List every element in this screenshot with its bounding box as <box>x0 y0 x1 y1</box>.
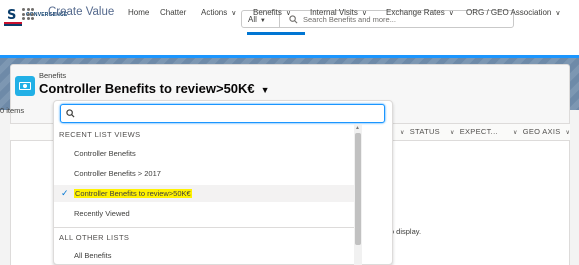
nav-item-label: ORG / GEO Association <box>466 8 552 17</box>
column-label: STATUS <box>409 127 440 136</box>
nav-item-exchange-rates[interactable]: Exchange Rates ∨ <box>386 8 454 17</box>
chevron-down-icon[interactable]: ∨ <box>449 10 454 17</box>
nav-item-label: Benefits <box>253 8 282 17</box>
list-view-option[interactable]: Controller Benefits > 2017 <box>74 169 161 178</box>
nav-item-label: Chatter <box>160 8 187 17</box>
all-other-lists-header: ALL OTHER LISTS <box>59 233 130 242</box>
chevron-down-icon[interactable]: ∨ <box>555 10 560 17</box>
app-name: Create Value <box>48 6 115 18</box>
items-count: 0 items <box>0 106 25 115</box>
chevron-down-icon[interactable]: ∨ <box>400 130 405 136</box>
nav-item-chatter[interactable]: Chatter <box>160 8 186 17</box>
column-header-status[interactable]: ∨ STATUS <box>400 127 440 136</box>
checkmark-icon: ✓ <box>61 188 69 198</box>
nav-item-benefits[interactable]: Benefits ∨ <box>253 8 291 17</box>
object-label: Benefits <box>39 71 67 80</box>
chevron-down-icon[interactable]: ∨ <box>286 10 291 17</box>
nav-item-home[interactable]: Home <box>128 8 149 17</box>
section-divider <box>54 227 354 228</box>
column-header-geo-axis[interactable]: ∨ GEO AXIS ∨ <box>513 127 570 136</box>
column-label: EXPECT... <box>459 127 498 136</box>
nav-item-internal-visits[interactable]: Internal Visits ∨ <box>310 8 367 17</box>
list-view-selector[interactable]: Controller Benefits to review>50K€ ▼ <box>39 81 270 96</box>
list-view-search-input[interactable] <box>60 104 385 123</box>
highlighted-text: Controller Benefits to review>50K€ <box>74 189 192 198</box>
search-icon <box>66 109 75 118</box>
list-view-option[interactable]: Recently Viewed <box>74 209 130 218</box>
nav-active-indicator <box>247 32 305 55</box>
nav-item-actions[interactable]: Actions ∨ <box>201 8 236 17</box>
column-header-expect[interactable]: ∨ EXPECT... <box>450 127 498 136</box>
chevron-down-icon[interactable]: ∨ <box>450 130 455 136</box>
list-view-option-selected[interactable]: Controller Benefits to review>50K€ <box>74 189 192 198</box>
nav-item-label: Exchange Rates <box>386 8 445 17</box>
company-logo-icon[interactable]: S <box>4 6 22 26</box>
chevron-down-icon[interactable]: ∨ <box>566 130 571 136</box>
list-view-option[interactable]: Controller Benefits <box>74 149 136 158</box>
chevron-down-icon[interactable]: ∨ <box>231 10 236 17</box>
nav-item-label: Home <box>128 8 150 17</box>
nav-item-label: Internal Visits <box>310 8 358 17</box>
column-label: GEO AXIS <box>522 127 561 136</box>
svg-text:S: S <box>7 8 16 23</box>
scrollbar-thumb[interactable] <box>355 133 361 245</box>
nav-item-label: Actions <box>201 8 228 17</box>
caret-down-icon: ▼ <box>259 18 266 24</box>
chevron-down-icon[interactable]: ∨ <box>362 10 367 17</box>
list-view-option[interactable]: All Benefits <box>74 251 112 260</box>
recent-list-views-header: RECENT LIST VIEWS <box>59 130 141 139</box>
caret-down-icon[interactable]: ▼ <box>261 85 270 95</box>
benefits-object-icon <box>15 76 35 96</box>
list-view-title: Controller Benefits to review>50K€ <box>39 81 255 96</box>
chevron-down-icon[interactable]: ∨ <box>513 130 518 136</box>
nav-item-org-geo-association[interactable]: ORG / GEO Association ∨ <box>466 8 561 17</box>
app-launcher-icon[interactable] <box>22 8 34 20</box>
scroll-up-arrow-icon[interactable]: ▲ <box>355 125 360 131</box>
